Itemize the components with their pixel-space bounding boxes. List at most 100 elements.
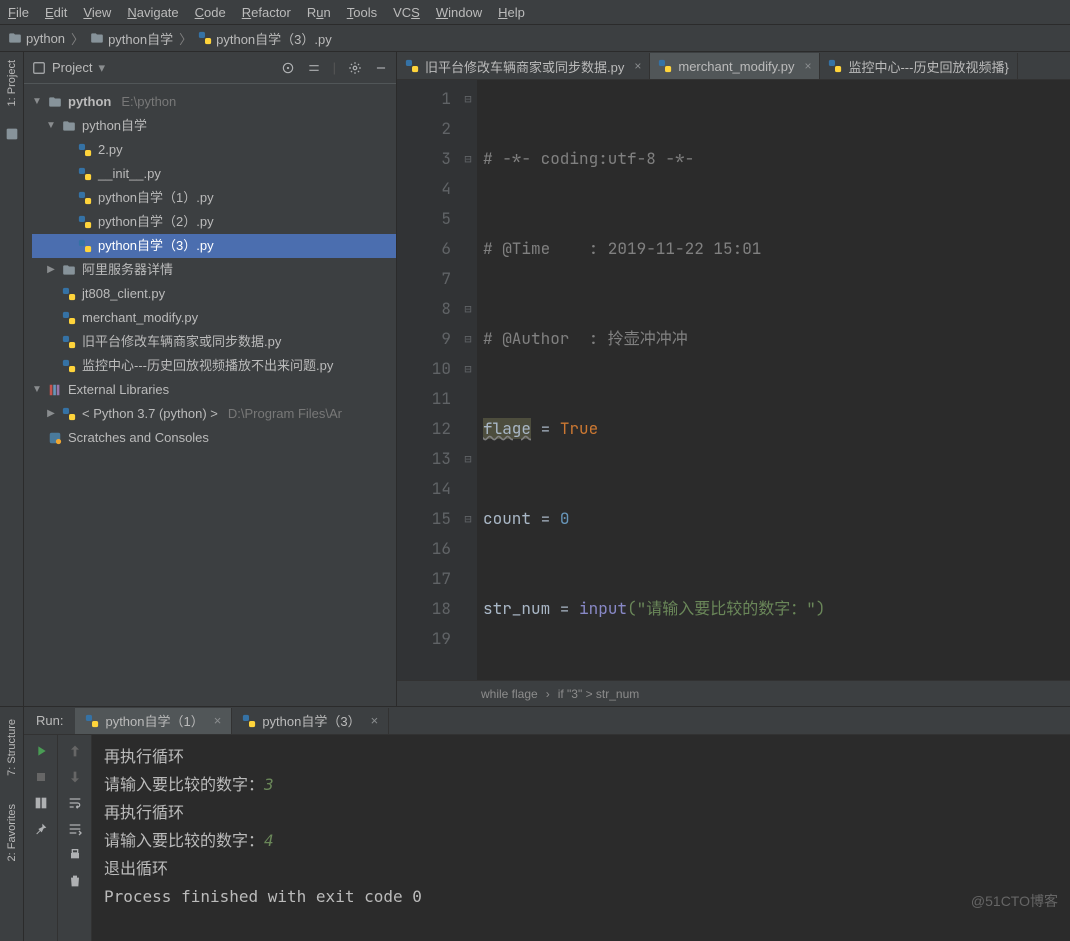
tree-file[interactable]: __init__.py	[32, 162, 396, 186]
menu-tools[interactable]: Tools	[347, 5, 377, 20]
gear-icon[interactable]	[348, 61, 362, 75]
tool-icon[interactable]	[4, 126, 20, 142]
menu-refactor[interactable]: Refactor	[242, 5, 291, 20]
project-tree[interactable]: ▼pythonE:\python ▼python自学 2.py __init__…	[24, 84, 396, 456]
menu-help[interactable]: Help	[498, 5, 525, 20]
editor: 旧平台修改车辆商家或同步数据.py× merchant_modify.py× 监…	[397, 52, 1070, 706]
python-icon	[62, 287, 76, 301]
minimize-icon[interactable]	[374, 61, 388, 75]
tool-project[interactable]: 1: Project	[6, 56, 18, 110]
folder-icon	[48, 95, 62, 109]
breadcrumb-bar: python 〉 python自学 〉 python自学（3）.py	[0, 24, 1070, 52]
menu-view[interactable]: View	[83, 5, 111, 20]
close-icon[interactable]: ×	[634, 59, 641, 73]
crumb-root-label: python	[26, 31, 65, 46]
tree-python-env[interactable]: ▶< Python 3.7 (python) >D:\Program Files…	[32, 402, 396, 426]
crumb-root[interactable]: python	[8, 31, 65, 46]
tool-favorites[interactable]: 2: Favorites	[6, 800, 18, 865]
close-icon[interactable]: ×	[804, 59, 811, 73]
menu-window[interactable]: Window	[436, 5, 482, 20]
menu-navigate[interactable]: Navigate	[127, 5, 178, 20]
print-icon[interactable]	[67, 847, 83, 863]
editor-tab[interactable]: 旧平台修改车辆商家或同步数据.py×	[397, 53, 650, 79]
gutter: 12345678910111213141516171819	[397, 80, 459, 680]
left-tool-strip: 1: Project	[0, 52, 24, 706]
python-icon	[78, 167, 92, 181]
python-icon	[828, 59, 842, 73]
python-icon	[658, 59, 672, 73]
project-icon	[32, 61, 46, 75]
layout-icon[interactable]	[33, 795, 49, 811]
tree-file[interactable]: merchant_modify.py	[32, 306, 396, 330]
crumb-sep-icon: 〉	[71, 29, 84, 48]
run-controls	[24, 735, 58, 941]
libraries-icon	[48, 383, 62, 397]
stop-icon[interactable]	[33, 769, 49, 785]
python-icon	[78, 143, 92, 157]
tree-file[interactable]: 2.py	[32, 138, 396, 162]
scroll-icon[interactable]	[67, 821, 83, 837]
tree-file[interactable]: jt808_client.py	[32, 282, 396, 306]
editor-tab[interactable]: 监控中心---历史回放视频播}	[820, 53, 1017, 79]
tree-external[interactable]: ▼External Libraries	[32, 378, 396, 402]
menu-bar: File Edit View Navigate Code Refactor Ru…	[0, 0, 1070, 24]
editor-tab[interactable]: merchant_modify.py×	[650, 53, 820, 79]
scratches-icon	[48, 431, 62, 445]
crumb-file-label: python自学（3）.py	[216, 29, 332, 48]
menu-vcs[interactable]: VCS	[393, 5, 420, 20]
python-icon	[62, 335, 76, 349]
wrap-icon[interactable]	[67, 795, 83, 811]
crumb-sep-icon: 〉	[179, 29, 192, 48]
tree-file[interactable]: python自学（1）.py	[32, 186, 396, 210]
python-icon	[62, 407, 76, 421]
crumb-folder[interactable]: python自学	[90, 29, 173, 48]
close-icon[interactable]: ×	[371, 713, 379, 728]
locate-icon[interactable]	[281, 61, 295, 75]
menu-code[interactable]: Code	[195, 5, 226, 20]
pin-icon[interactable]	[33, 821, 49, 837]
python-icon	[62, 359, 76, 373]
close-icon[interactable]: ×	[214, 713, 222, 728]
folder-icon	[62, 119, 76, 133]
arrow-down-icon[interactable]	[67, 769, 83, 785]
tree-file[interactable]: python自学（2）.py	[32, 210, 396, 234]
tree-file[interactable]: 旧平台修改车辆商家或同步数据.py	[32, 330, 396, 354]
editor-breadcrumb: while flage›if "3" > str_num	[397, 680, 1070, 706]
tree-scratches[interactable]: Scratches and Consoles	[32, 426, 396, 450]
run-tabs: Run: python自学（1）× python自学（3）×	[24, 707, 1070, 735]
menu-edit[interactable]: Edit	[45, 5, 67, 20]
console-output[interactable]: 再执行循环请输入要比较的数字：3再执行循环请输入要比较的数字：4退出循环Proc…	[92, 735, 1070, 941]
play-icon[interactable]	[33, 743, 49, 759]
tree-file-selected[interactable]: python自学（3）.py	[32, 234, 396, 258]
python-icon	[78, 239, 92, 253]
python-icon	[85, 714, 99, 728]
crumb-file[interactable]: python自学（3）.py	[198, 29, 332, 48]
run-tab[interactable]: python自学（3）×	[232, 708, 389, 734]
fold-column[interactable]: ⊟⊟⊟⊟⊟⊟⊟	[459, 80, 477, 680]
left-tool-strip-bottom: 7: Structure 2: Favorites	[0, 707, 24, 941]
tree-folder[interactable]: ▼python自学	[32, 114, 396, 138]
code-area[interactable]: 12345678910111213141516171819 ⊟⊟⊟⊟⊟⊟⊟ # …	[397, 80, 1070, 680]
run-controls-2	[58, 735, 92, 941]
python-icon	[405, 59, 419, 73]
watermark: @51CTO博客	[971, 891, 1058, 911]
tree-root[interactable]: ▼pythonE:\python	[32, 90, 396, 114]
code-text[interactable]: # -*- coding:utf-8 -*- # @Time : 2019-11…	[477, 80, 1070, 680]
tree-folder[interactable]: ▶阿里服务器详情	[32, 258, 396, 282]
tree-file[interactable]: 监控中心---历史回放视频播放不出来问题.py	[32, 354, 396, 378]
trash-icon[interactable]	[67, 873, 83, 889]
project-panel: Project ▾ | ▼pythonE:\python ▼python自学 2…	[24, 52, 397, 706]
menu-run[interactable]: Run	[307, 5, 331, 20]
folder-icon	[62, 263, 76, 277]
editor-tabs: 旧平台修改车辆商家或同步数据.py× merchant_modify.py× 监…	[397, 52, 1070, 80]
python-icon	[242, 714, 256, 728]
run-tab[interactable]: python自学（1）×	[75, 708, 232, 734]
crumb-folder-label: python自学	[108, 29, 173, 48]
project-header: Project ▾ |	[24, 52, 396, 84]
project-title[interactable]: Project ▾	[32, 60, 281, 76]
collapse-icon[interactable]	[307, 61, 321, 75]
python-icon	[198, 31, 212, 45]
menu-file[interactable]: File	[8, 5, 29, 20]
tool-structure[interactable]: 7: Structure	[6, 715, 18, 780]
arrow-up-icon[interactable]	[67, 743, 83, 759]
